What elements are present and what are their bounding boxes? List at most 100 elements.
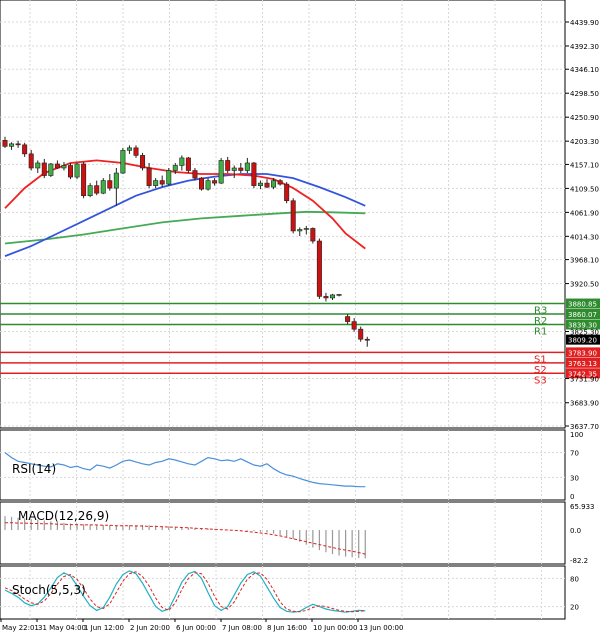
time-tick-label: 8 Jun 16:00 <box>267 624 307 632</box>
candle-body <box>212 180 218 184</box>
candle-body <box>35 162 41 169</box>
candle-body <box>68 165 74 178</box>
price-tick-label: 4203.30 <box>570 138 599 146</box>
level-price-label: 3860.07 <box>568 311 597 319</box>
candle-body <box>205 180 211 190</box>
level-price-label: 3783.90 <box>568 349 597 357</box>
candle-body <box>303 228 309 230</box>
candle-body <box>257 182 263 186</box>
current-price-label: 3809.20 <box>568 337 597 345</box>
candle-body <box>2 139 8 147</box>
candle-body <box>140 155 146 169</box>
candle-body <box>364 338 370 341</box>
price-tick-label: 4298.50 <box>570 90 599 98</box>
candle-body <box>100 180 106 194</box>
stoch-tick-label: 20 <box>570 604 579 612</box>
price-tick-label: 3637.70 <box>570 423 599 431</box>
candle-body <box>199 177 205 190</box>
time-tick-label: 2 Jun 20:00 <box>130 624 170 632</box>
candle-body <box>107 180 113 189</box>
candle-body <box>179 157 185 166</box>
rsi-tick-label: 70 <box>570 450 579 458</box>
candle-body <box>290 200 296 232</box>
candle-body <box>159 180 165 185</box>
rsi-tick-label: 100 <box>570 431 583 439</box>
candle-body <box>120 150 126 174</box>
candle-body <box>264 182 270 188</box>
price-tick-label: 3920.50 <box>570 281 599 289</box>
level-name-s3: S3 <box>534 375 547 386</box>
candle-body <box>87 185 93 196</box>
level-name-s1: S1 <box>534 354 547 365</box>
level-name-r2: R2 <box>534 316 547 327</box>
candle-body <box>336 294 342 296</box>
candle-body <box>231 167 237 171</box>
time-axis-layer: May 22:01 31 May 04:001 Jun 12:00 2 Jun 20… <box>0 619 403 632</box>
candle-body <box>15 143 21 146</box>
time-tick-label: 6 Jun 00:00 <box>176 624 216 632</box>
price-tick-label: 3683.90 <box>570 400 599 408</box>
candle-body <box>297 229 303 232</box>
price-tick-label: 4439.90 <box>570 19 599 27</box>
price-tick-label: 4014.30 <box>570 233 599 241</box>
candle-body <box>126 147 132 151</box>
candle-body <box>172 165 178 171</box>
candle-body <box>74 163 80 178</box>
candle-body <box>54 163 60 169</box>
stoch-tick-label: 80 <box>570 575 579 583</box>
candle-body <box>238 167 244 171</box>
rsi-tick-label: 0 <box>570 493 574 501</box>
time-tick-label: 13 Jun 00:00 <box>359 624 403 632</box>
price-tick-label: 4157.10 <box>570 161 599 169</box>
candle-body <box>48 163 54 176</box>
candle-body <box>153 180 159 186</box>
candle-body <box>284 183 290 202</box>
price-tick-label: 4250.90 <box>570 114 599 122</box>
candle-body <box>271 180 277 188</box>
level-price-label: 3880.85 <box>568 301 597 309</box>
candle-body <box>277 180 283 185</box>
candle-body <box>244 162 250 171</box>
candle-body <box>185 157 191 171</box>
candle-body <box>113 172 119 189</box>
candle-body <box>351 321 357 330</box>
time-tick-label: 31 May 04:00 <box>38 624 86 632</box>
price-tick-label: 4109.50 <box>570 185 599 193</box>
candle-body <box>81 163 87 196</box>
macd-tick-label: -82.2 <box>570 557 588 565</box>
price-tick-label: 4392.30 <box>570 43 599 51</box>
candle-body <box>133 147 139 156</box>
level-name-r1: R1 <box>534 326 547 337</box>
candle-body <box>225 160 231 171</box>
candle-body <box>329 294 335 299</box>
candle-body <box>192 170 198 179</box>
macd-label: MACD(12,26,9) <box>18 509 109 523</box>
rsi-label: RSI(14) <box>12 462 56 476</box>
time-tick-label: 1 Jun 12:00 <box>84 624 124 632</box>
level-name-s2: S2 <box>534 365 547 376</box>
stoch-label: Stoch(5,5,3) <box>12 583 86 597</box>
candle-body <box>61 165 67 169</box>
candle-body <box>345 316 351 322</box>
candle-body <box>310 228 316 242</box>
candle-body <box>41 162 47 176</box>
candle-body <box>9 143 15 147</box>
level-price-label: 3763.13 <box>568 360 597 368</box>
candle-body <box>358 328 364 340</box>
candle-body <box>323 296 329 299</box>
time-tick-label: May 22:01 <box>2 624 39 632</box>
chart-svg: 3880.85R3 3860.07R2 3839.30R13783.90S1 3763… <box>0 0 600 632</box>
time-tick-label: 7 Jun 08:00 <box>222 624 262 632</box>
rsi-tick-label: 30 <box>570 474 579 482</box>
rsi-panel-frame <box>0 429 566 501</box>
candle-body <box>28 153 34 169</box>
candle-body <box>218 160 224 184</box>
candle-body <box>94 185 100 194</box>
chart-root: 3880.85 R3 3860.07 R2 3839.30 R1 3783.90 S1 3763… <box>0 0 600 635</box>
time-tick-label: 10 Jun 00:00 <box>313 624 357 632</box>
candle-body <box>22 144 28 155</box>
price-tick-label: 3731.90 <box>570 376 599 384</box>
candle-body <box>251 162 257 186</box>
level-name-r3: R3 <box>534 306 547 317</box>
price-tick-label: 4346.10 <box>570 66 599 74</box>
